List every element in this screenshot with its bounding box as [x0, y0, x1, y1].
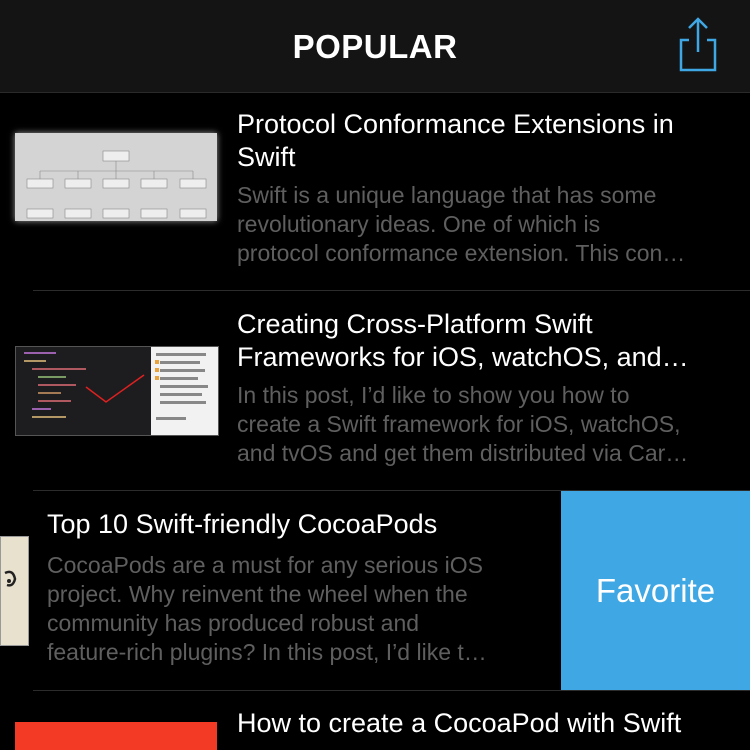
article-title: Creating Cross-Platform Swift Frameworks… — [237, 309, 689, 372]
article-row[interactable]: How to create a CocoaPod with Swift — [0, 691, 750, 750]
article-thumbnail — [0, 536, 29, 646]
article-title: Top 10 Swift-friendly CocoaPods — [47, 509, 438, 539]
share-icon — [679, 17, 717, 72]
article-title: How to create a CocoaPod with Swift — [237, 708, 682, 738]
navigation-bar: POPULAR — [0, 0, 750, 93]
favorite-button[interactable]: Favorite — [561, 491, 750, 690]
article-row[interactable]: Creating Cross-Platform Swift Frameworks… — [0, 291, 750, 491]
article-excerpt: In this post, I’d like to show you how t… — [237, 382, 689, 466]
article-thumbnail — [15, 722, 217, 750]
page-title: POPULAR — [292, 28, 458, 65]
article-thumbnail — [15, 133, 217, 221]
article-excerpt: CocoaPods are a must for any serious iOS… — [47, 552, 487, 665]
share-button[interactable] — [676, 16, 720, 72]
article-excerpt: Swift is a unique language that has some… — [237, 182, 686, 266]
article-row[interactable]: Protocol Conformance Extensions in Swift… — [0, 92, 750, 292]
article-title: Protocol Conformance Extensions in Swift — [237, 109, 674, 172]
article-thumbnail — [15, 346, 219, 436]
